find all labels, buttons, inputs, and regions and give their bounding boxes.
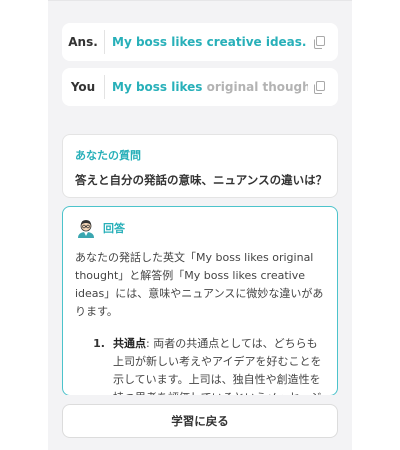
you-row-label: You	[62, 75, 105, 99]
you-text-rest: original thought.	[206, 80, 308, 94]
you-row-text: My boss likes original thought.	[105, 80, 308, 94]
answer-card[interactable]: 回答 あなたの発話した英文「My boss likes original tho…	[62, 206, 338, 396]
back-to-study-button[interactable]: 学習に戻る	[62, 404, 338, 438]
you-row: You My boss likes original thought.	[62, 68, 338, 106]
answer-point-number: 1.	[93, 337, 105, 350]
you-text-highlight: My boss likes	[112, 80, 203, 94]
question-title: あなたの質問	[75, 149, 141, 162]
answer-row-label: Ans.	[62, 30, 105, 54]
answer-point-heading: 共通点	[113, 337, 146, 350]
app-screen: Ans. My boss likes creative ideas. You M…	[0, 0, 400, 450]
answer-row-text: My boss likes creative ideas.	[105, 35, 308, 49]
answer-row: Ans. My boss likes creative ideas.	[62, 23, 338, 61]
answer-intro: あなたの発話した英文「My boss likes original though…	[75, 251, 324, 318]
question-card: あなたの質問 答えと自分の発話の意味、ニュアンスの違いは？	[62, 134, 338, 198]
answer-point-body: 共通点: 両者の共通点としては、どちらも上司が新しい考えやアイデアを好むことを示…	[113, 335, 325, 395]
question-text: 答えと自分の発話の意味、ニュアンスの違いは？	[75, 173, 328, 187]
copy-icon[interactable]	[308, 31, 330, 53]
answer-text-highlight: My boss likes creative ideas.	[112, 35, 307, 49]
answer-title: 回答	[103, 222, 125, 235]
answer-point: 1. 共通点: 両者の共通点としては、どちらも上司が新しい考えやアイデアを好むこ…	[75, 335, 325, 395]
teacher-avatar-icon	[75, 217, 97, 239]
answer-header: 回答	[75, 217, 325, 239]
copy-icon[interactable]	[308, 76, 330, 98]
